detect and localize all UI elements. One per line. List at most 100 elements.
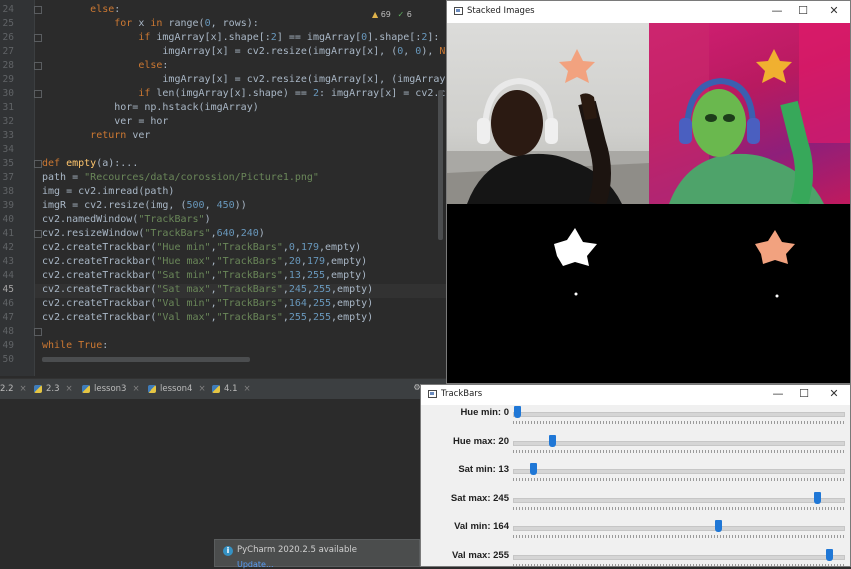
fold-marker-icon[interactable] bbox=[34, 160, 42, 168]
line-number: 35 bbox=[2, 158, 14, 169]
trackbar-thumb[interactable] bbox=[529, 463, 537, 475]
trackbar-label: Sat min: 13 bbox=[458, 464, 509, 475]
code-line[interactable]: cv2.createTrackbar("Sat max","TrackBars"… bbox=[42, 283, 373, 297]
code-line[interactable]: else: bbox=[42, 59, 168, 73]
file-tab[interactable]: 4.1 × bbox=[212, 379, 251, 399]
code-line[interactable]: imgArray[x] = cv2.resize(imgArray[x], (i… bbox=[42, 73, 446, 87]
maximize-icon[interactable]: ☐ bbox=[796, 387, 812, 401]
line-number: 49 bbox=[2, 340, 14, 351]
code-line[interactable]: cv2.resizeWindow("TrackBars",640,240) bbox=[42, 227, 265, 241]
trackbar-rail[interactable] bbox=[513, 469, 845, 474]
line-number: 43 bbox=[2, 256, 14, 267]
trackbar-thumb[interactable] bbox=[714, 520, 722, 532]
code-line[interactable]: imgArray[x] = cv2.resize(imgArray[x], (0… bbox=[42, 45, 446, 59]
inspection-widget[interactable]: ▲ 69 ✓ 6 bbox=[372, 10, 412, 19]
code-line[interactable]: hor= np.hstack(imgArray) bbox=[42, 101, 259, 115]
tab-close-icon[interactable]: × bbox=[132, 384, 139, 394]
trackbar-rail[interactable] bbox=[513, 526, 845, 531]
maximize-icon[interactable]: ☐ bbox=[795, 4, 811, 18]
update-notification[interactable]: i PyCharm 2020.2.5 available Update... bbox=[214, 539, 420, 569]
python-file-icon bbox=[212, 384, 220, 393]
trackbar-thumb[interactable] bbox=[514, 406, 521, 418]
trackbars-window[interactable]: TrackBars — ☐ ✕ Hue min: 0 Hue max: 20 Sat… bbox=[420, 384, 851, 567]
tab-close-icon[interactable]: × bbox=[198, 384, 205, 394]
result-scene bbox=[755, 230, 795, 298]
line-number-gutter: 24 25 26 27 28 29 30 31 32 33 34 35 37 38 39 40 41 42 43 44… bbox=[0, 0, 35, 376]
file-tab-label: 4.1 bbox=[224, 384, 238, 394]
trackbar-thumb[interactable] bbox=[548, 434, 556, 447]
code-line[interactable]: return ver bbox=[42, 129, 150, 143]
file-tab[interactable]: 2.2 × bbox=[0, 379, 27, 399]
trackbar-thumb[interactable] bbox=[813, 491, 821, 504]
editor-vertical-scrollbar[interactable] bbox=[438, 90, 443, 240]
ok-count: 6 bbox=[406, 10, 412, 19]
code-line[interactable]: cv2.createTrackbar("Hue min","TrackBars"… bbox=[42, 241, 361, 255]
code-line[interactable]: if imgArray[x].shape[:2] == imgArray[0].… bbox=[42, 31, 439, 45]
code-line[interactable]: def empty(a):... bbox=[42, 157, 138, 171]
trackbar-rail[interactable] bbox=[513, 497, 845, 503]
code-line[interactable]: cv2.createTrackbar("Hue max","TrackBars"… bbox=[42, 255, 367, 269]
file-tab-label: 2.2 bbox=[0, 384, 14, 394]
stacked-images-window[interactable]: Stacked Images — ☐ ✕ bbox=[446, 0, 851, 384]
fold-marker-icon[interactable] bbox=[34, 62, 42, 70]
code-line[interactable]: imgR = cv2.resize(img, (500, 450)) bbox=[42, 199, 247, 213]
line-number: 25 bbox=[2, 18, 14, 29]
line-number: 31 bbox=[2, 102, 14, 113]
trackbar-ticks bbox=[513, 421, 845, 424]
file-tab[interactable]: lesson4 × bbox=[148, 379, 206, 399]
fold-marker-icon[interactable] bbox=[34, 328, 42, 336]
line-number: 39 bbox=[2, 200, 14, 211]
code-line[interactable]: cv2.createTrackbar("Val min","TrackBars"… bbox=[42, 297, 373, 311]
notification-title: PyCharm 2020.2.5 available bbox=[237, 545, 357, 555]
code-line[interactable]: path = "Recources/data/corossion/Picture… bbox=[42, 171, 319, 185]
update-link[interactable]: Update... bbox=[237, 560, 274, 569]
minimize-icon[interactable]: — bbox=[769, 4, 785, 18]
window-titlebar[interactable]: TrackBars — ☐ ✕ bbox=[421, 385, 850, 405]
warning-count: 69 bbox=[380, 10, 391, 19]
trackbar-label: Val min: 164 bbox=[454, 521, 509, 532]
close-icon[interactable]: ✕ bbox=[826, 387, 842, 401]
fold-marker-icon[interactable] bbox=[34, 6, 42, 14]
python-file-icon bbox=[34, 384, 42, 393]
code-line[interactable]: img = cv2.imread(path) bbox=[42, 185, 174, 199]
tab-close-icon[interactable]: × bbox=[20, 384, 27, 394]
line-number: 40 bbox=[2, 214, 14, 225]
code-line[interactable]: ver = hor bbox=[42, 115, 168, 129]
code-line[interactable]: cv2.namedWindow("TrackBars") bbox=[42, 213, 211, 227]
trackbar-rail[interactable] bbox=[513, 440, 845, 446]
tab-close-icon[interactable]: × bbox=[244, 384, 251, 394]
line-number: 32 bbox=[2, 116, 14, 127]
python-file-icon bbox=[82, 384, 90, 393]
code-line[interactable]: cv2.createTrackbar("Sat min","TrackBars"… bbox=[42, 269, 367, 283]
trackbar-label: Sat max: 245 bbox=[450, 492, 509, 504]
fold-marker-icon[interactable] bbox=[34, 230, 42, 238]
trackbar-ticks bbox=[513, 449, 845, 453]
code-line[interactable]: else: bbox=[42, 3, 120, 17]
line-number: 27 bbox=[2, 46, 14, 57]
fold-marker-icon[interactable] bbox=[34, 34, 42, 42]
code-editor[interactable]: 24 25 26 27 28 29 30 31 32 33 34 35 37 38 39 40 41 42 43 44… bbox=[0, 0, 446, 376]
minimize-icon[interactable]: — bbox=[770, 387, 786, 401]
line-number: 41 bbox=[2, 228, 14, 239]
editor-horizontal-scrollbar[interactable] bbox=[42, 357, 250, 362]
code-line[interactable]: while True: bbox=[42, 339, 108, 353]
code-line[interactable]: if len(imgArray[x].shape) == 2: imgArray… bbox=[42, 87, 446, 101]
tab-close-icon[interactable]: × bbox=[66, 384, 73, 394]
window-app-icon bbox=[454, 7, 463, 15]
code-line[interactable]: cv2.createTrackbar("Val max","TrackBars"… bbox=[42, 311, 373, 325]
fold-marker-icon[interactable] bbox=[34, 90, 42, 98]
trackbar-row: Hue max: 20 bbox=[421, 434, 850, 462]
trackbar-rail[interactable] bbox=[513, 554, 845, 560]
trackbar-thumb[interactable] bbox=[826, 548, 833, 561]
window-titlebar[interactable]: Stacked Images — ☐ ✕ bbox=[447, 1, 850, 23]
trackbar-label: Val max: 255 bbox=[451, 549, 509, 561]
trackbar-rail[interactable] bbox=[513, 412, 845, 417]
trackbar-ticks bbox=[513, 563, 845, 566]
file-tab[interactable]: lesson3 × bbox=[82, 379, 140, 399]
line-number: 44 bbox=[2, 270, 14, 281]
file-tab-bar: 2.2 × 2.3 × lesson3 × lesson4 × 4.1 × ⚙ bbox=[0, 378, 446, 400]
file-tab[interactable]: 2.3 × bbox=[34, 379, 73, 399]
code-line[interactable]: for x in range(0, rows): bbox=[42, 17, 259, 31]
line-number: 46 bbox=[2, 298, 14, 309]
close-icon[interactable]: ✕ bbox=[826, 4, 842, 18]
